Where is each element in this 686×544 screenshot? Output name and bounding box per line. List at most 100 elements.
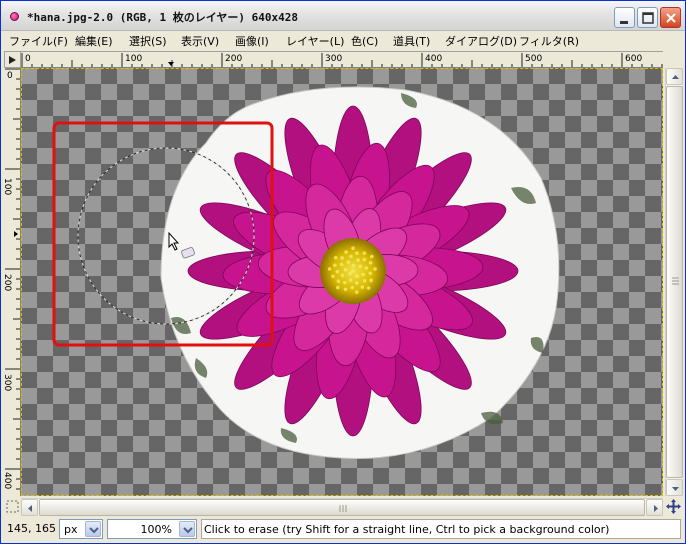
hruler-label-200: 200 [225,54,242,64]
gimp-app-icon[interactable] [10,12,19,21]
flower-seed [362,251,367,255]
scroll-left-button[interactable] [21,499,38,516]
flower-seed [355,274,359,279]
menu-tools[interactable]: 道具(T) [393,33,430,49]
vertical-ruler-ticks: 0 100 200 300 400 [4,68,20,490]
flower-seed [370,254,374,259]
image-canvas[interactable] [21,68,663,496]
flower-seed [333,263,337,268]
vruler-label-400: 400 [4,472,12,489]
menu-colors[interactable]: 色(C) [351,33,378,49]
flower-seed [351,269,355,273]
ruler-end-spacer [665,51,682,68]
flower-seed [343,287,348,292]
scroll-down-button[interactable] [666,479,683,496]
menu-image[interactable]: 画像(I) [235,33,269,49]
flower-seed [346,260,351,264]
menu-select[interactable]: 選択(S) [129,33,167,49]
maximize-icon [642,12,654,24]
image-window: *hana.jpg-2.0 (RGB, 1 枚のレイヤー) 640x428 ファ… [0,0,686,544]
flower-seed [333,255,338,260]
move-arrows-icon [666,499,681,514]
flower-seed [335,269,340,274]
flower-seed [355,251,359,256]
flower-seed [360,285,365,289]
navigate-button[interactable] [665,498,682,515]
flower-seed [368,261,373,265]
flower-seed [373,267,377,271]
flower-seed [336,285,340,290]
title-bar[interactable]: *hana.jpg-2.0 (RGB, 1 枚のレイヤー) 640x428 [1,1,685,31]
flower-seed [366,286,371,290]
menu-file[interactable]: ファイル(F) [9,33,68,49]
flower-seed [361,272,365,277]
flower-seed [364,266,369,270]
grip-icon [672,277,679,285]
hruler-label-0: 0 [25,54,31,64]
flower-seed [362,257,367,262]
quick-mask-toggle[interactable] [4,498,21,515]
minimize-icon [620,21,628,24]
flower-seed [350,285,355,290]
maximize-button[interactable] [637,7,658,28]
arrow-down-icon [672,487,679,491]
vruler-label-200: 200 [4,274,12,291]
scroll-up-button[interactable] [666,68,683,85]
flower-seed [354,290,359,294]
scroll-right-button[interactable] [646,499,663,516]
chevron-down-icon [89,527,99,534]
flower-seed [344,250,348,254]
flower-seed [348,271,352,276]
flower-seed [349,254,353,259]
horizontal-scrollbar[interactable] [21,498,663,516]
zoom-value: 100% [140,523,172,536]
flower-seed [356,258,360,262]
horizontal-ruler[interactable]: 0 100 200 300 400 500 600 [21,51,663,68]
image-menu-button[interactable] [4,51,21,68]
flower-seed [358,264,362,269]
hruler-label-500: 500 [525,54,542,64]
flower-seed [339,262,344,267]
zoom-dropdown-button[interactable] [179,521,195,537]
flower-seed [351,246,355,250]
menu-view[interactable]: 表示(V) [181,33,219,49]
chevron-down-icon [183,527,193,534]
flower-seed [369,278,373,283]
vruler-label-100: 100 [4,178,12,195]
hruler-label-300: 300 [325,54,342,64]
pointer-coordinates: 145, 165 [7,522,56,535]
unit-dropdown-button[interactable] [85,521,101,537]
dahlia-flower-image [52,86,560,459]
zoom-select[interactable]: 100% [107,519,197,539]
flower-seed [340,256,344,260]
hruler-label-100: 100 [125,54,142,64]
flower-seed [340,273,345,278]
menu-layer[interactable]: レイヤー(L) [286,33,344,49]
vertical-ruler[interactable]: 0 100 200 300 400 [4,68,21,496]
menu-dialogs[interactable]: ダイアログ(D) [445,33,517,49]
vertical-scroll-thumb[interactable] [666,86,683,478]
hruler-label-400: 400 [425,54,442,64]
menu-bar: ファイル(F) 編集(E) 選択(S) 表示(V) 画像(I) レイヤー(L) … [1,31,685,49]
vruler-label-0: 0 [7,71,13,81]
close-icon [666,13,676,23]
flower-seed [327,267,332,271]
close-button[interactable] [660,7,681,28]
unit-select[interactable]: px [59,519,103,539]
arrow-right-icon [9,56,16,64]
flower-seed [343,280,347,285]
vruler-label-300: 300 [4,374,12,391]
horizontal-scroll-thumb[interactable] [39,499,645,516]
menu-edit[interactable]: 編集(E) [75,33,113,49]
flower-seed [351,263,356,268]
hruler-label-600: 600 [625,54,642,64]
vertical-scrollbar[interactable] [665,68,683,496]
flower-seed [343,267,348,272]
menu-filters[interactable]: フィルタ(R) [519,33,579,49]
quick-mask-icon [6,500,19,513]
minimize-button[interactable] [614,7,635,28]
flower-seed [348,278,353,282]
status-message: Click to erase (try Shift for a straight… [201,519,681,539]
grip-icon [339,505,347,512]
flower-seed [336,279,341,284]
